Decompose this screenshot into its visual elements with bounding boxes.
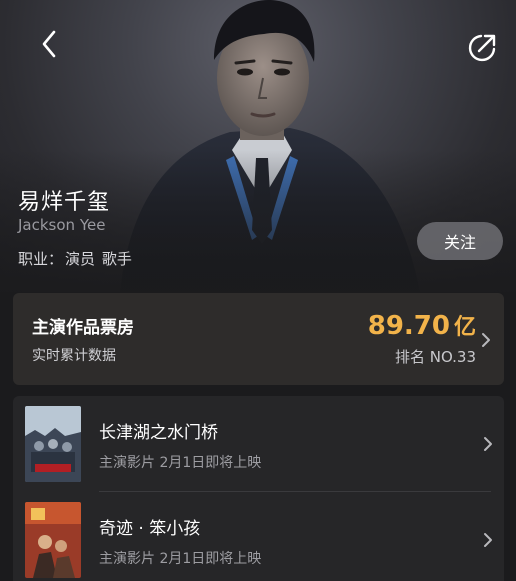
boxoffice-amount-unit: 亿 xyxy=(453,315,476,340)
film-list: 长津湖之水门桥 主演影片 2月1日即将上映 奇迹 · 笨小孩 主演影片 2月1日… xyxy=(13,396,504,581)
share-button[interactable] xyxy=(464,30,500,66)
chevron-right-icon xyxy=(484,437,492,451)
profile-hero: 易烊千玺 Jackson Yee 职业： 演员 歌手 关注 xyxy=(0,0,516,292)
boxoffice-rank: 排名 NO.33 xyxy=(394,348,476,366)
boxoffice-title: 主演作品票房 xyxy=(32,318,134,338)
occupation-label: 职业： xyxy=(18,250,64,268)
boxoffice-card[interactable]: 主演作品票房 实时累计数据 89.70 亿 排名 NO.33 xyxy=(13,293,504,385)
actor-name-english: Jackson Yee xyxy=(18,216,106,234)
film-poster xyxy=(25,502,81,578)
film-meta: 主演影片 2月1日即将上映 xyxy=(99,551,262,567)
film-title: 奇迹 · 笨小孩 xyxy=(99,519,201,539)
film-meta: 主演影片 2月1日即将上映 xyxy=(99,455,262,471)
film-title: 长津湖之水门桥 xyxy=(99,423,218,443)
follow-button[interactable]: 关注 xyxy=(417,222,503,260)
boxoffice-subtitle: 实时累计数据 xyxy=(32,348,116,364)
poster-art xyxy=(25,502,81,578)
chevron-left-icon xyxy=(42,30,56,58)
film-poster xyxy=(25,406,81,482)
chevron-right-icon xyxy=(484,533,492,547)
boxoffice-amount-value: 89.70 xyxy=(367,311,450,341)
film-row[interactable]: 长津湖之水门桥 主演影片 2月1日即将上映 xyxy=(13,396,504,492)
actor-occupation: 职业： 演员 歌手 xyxy=(18,248,134,269)
occupation-singer: 歌手 xyxy=(101,250,132,268)
back-button[interactable] xyxy=(32,28,68,64)
chevron-right-icon xyxy=(482,333,490,347)
boxoffice-amount: 89.70 亿 xyxy=(368,309,476,341)
poster-art xyxy=(25,406,81,482)
occupation-actor: 演员 xyxy=(65,250,96,268)
actor-name: 易烊千玺 xyxy=(18,190,111,215)
film-row[interactable]: 奇迹 · 笨小孩 主演影片 2月1日即将上映 xyxy=(13,492,504,581)
actor-profile-screen: 易烊千玺 Jackson Yee 职业： 演员 歌手 关注 主演作品票房 实时累计… xyxy=(0,0,516,581)
share-icon xyxy=(468,34,496,62)
